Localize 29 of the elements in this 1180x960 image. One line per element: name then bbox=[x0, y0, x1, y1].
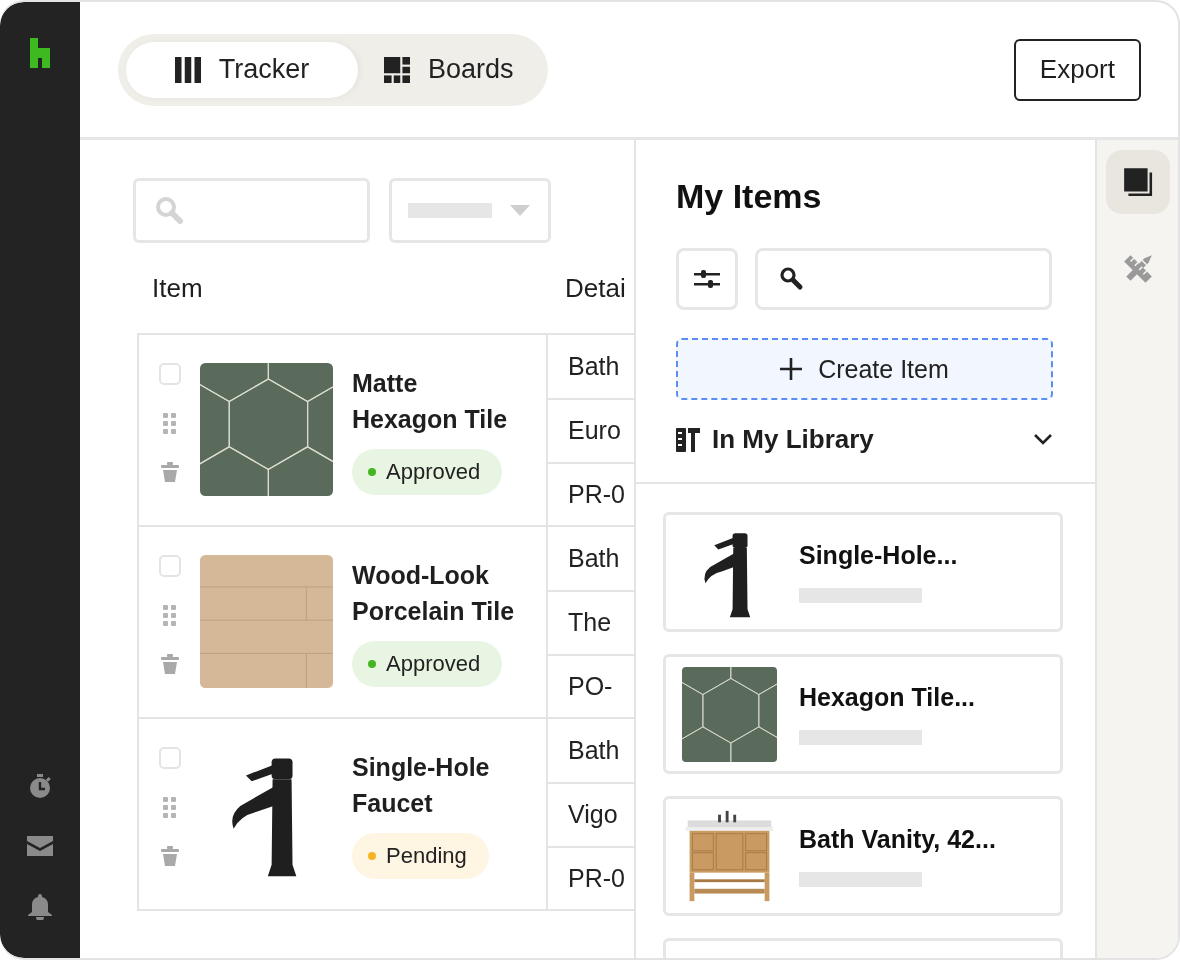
item-card[interactable]: Single-Hole... bbox=[663, 512, 1063, 632]
table-cell-text: Bath bbox=[567, 735, 621, 767]
status-label: Approved bbox=[386, 651, 481, 677]
table-cell-text: Bath bbox=[567, 543, 621, 575]
card-title: Hexagon Tile... bbox=[799, 683, 975, 712]
table-cell: PO- bbox=[548, 653, 634, 717]
item-name: Wood-Look Porcelain Tile bbox=[352, 560, 516, 627]
table-cell: The bbox=[548, 590, 634, 654]
column-header: Detai bbox=[564, 272, 627, 304]
item-name: Single-Hole Faucet bbox=[352, 752, 491, 819]
status-label: Pending bbox=[386, 843, 467, 869]
table-cell: Vigo bbox=[548, 782, 634, 846]
table-cell: Euro bbox=[548, 398, 634, 462]
view-tab[interactable]: Boards bbox=[358, 41, 540, 98]
card-title: Bath Vanity, 42... bbox=[799, 825, 996, 854]
create-item-button[interactable]: Create Item bbox=[676, 338, 1053, 400]
column-header: Item bbox=[151, 272, 204, 304]
status-label: Approved bbox=[386, 459, 481, 485]
item-name: Matte Hexagon Tile bbox=[352, 368, 509, 435]
table-cell: PR-0 bbox=[548, 845, 634, 909]
section-label: In My Library bbox=[712, 423, 874, 455]
item-card[interactable]: Bath Vanity, 42... bbox=[663, 796, 1063, 916]
export-button[interactable]: Export bbox=[1013, 38, 1141, 101]
panel-title: My Items bbox=[676, 176, 823, 217]
view-tab[interactable]: Tracker bbox=[126, 41, 358, 98]
table-cell: PR-0 bbox=[548, 461, 634, 525]
table-cell-text: Bath bbox=[567, 351, 621, 383]
card-title: Single-Hole... bbox=[799, 541, 958, 570]
item-card[interactable]: Hexagon Tile... bbox=[663, 654, 1063, 774]
